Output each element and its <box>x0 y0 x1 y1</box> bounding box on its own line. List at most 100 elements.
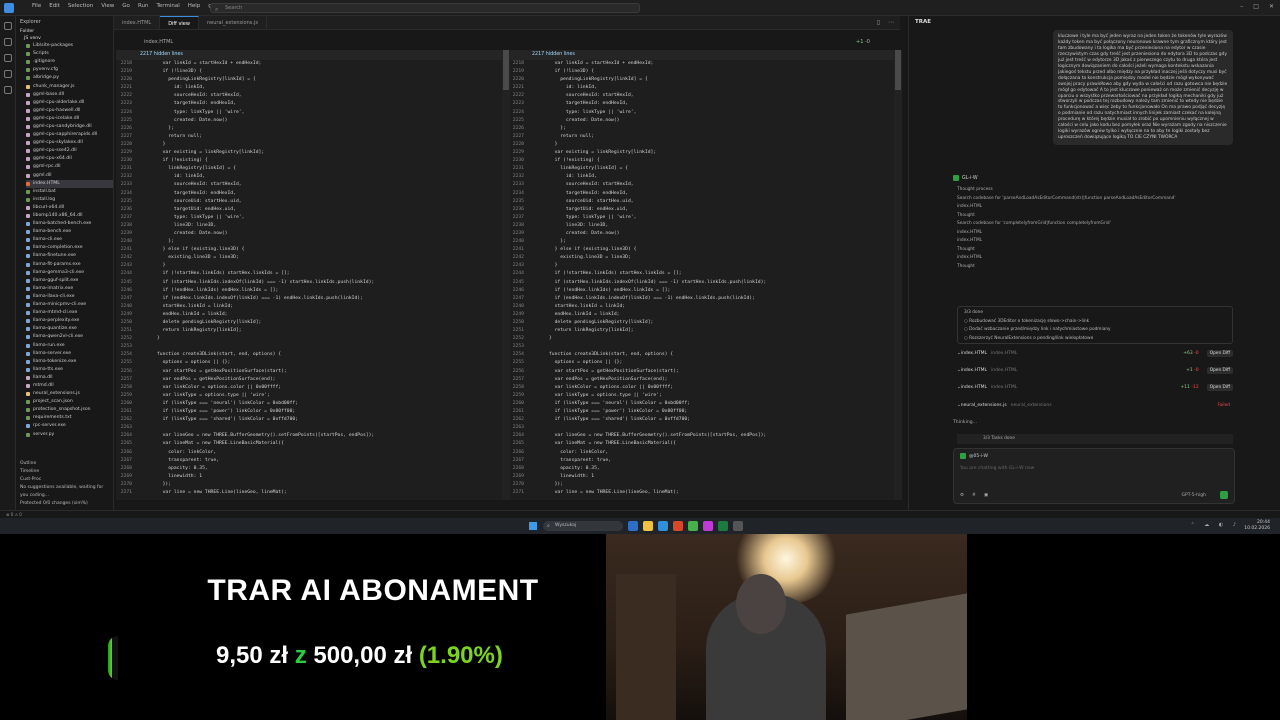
file-item[interactable]: llama-perplexity.exe <box>26 317 113 325</box>
file-item[interactable]: llama-run.exe <box>26 341 113 349</box>
hidden-lines-banner[interactable]: 2217 hidden lines <box>116 50 508 60</box>
file-item[interactable]: llama-qwen2vl-cli.exe <box>26 333 113 341</box>
app-icon[interactable] <box>703 521 713 531</box>
more-actions-icon[interactable]: ⋯ <box>888 19 894 26</box>
file-item[interactable]: ggml-cpu-icelake.dll <box>26 115 113 123</box>
menu-item[interactable]: File <box>32 3 41 9</box>
agent-step[interactable]: index.HTML <box>957 254 1237 263</box>
file-item[interactable]: llama-gguf-split.exe <box>26 277 113 285</box>
source-control-icon[interactable] <box>4 54 12 62</box>
editor-tab[interactable]: Diff view <box>160 16 199 29</box>
file-item[interactable]: ggml-cpu-sse42.dll <box>26 147 113 155</box>
file-item[interactable]: libcurl-x64.dll <box>26 204 113 212</box>
file-item[interactable]: llama-tts.exe <box>26 366 113 374</box>
agent-step[interactable]: Search codebase for 'parseAndLoadAsEdito… <box>957 195 1237 204</box>
app-icon[interactable] <box>733 521 743 531</box>
image-icon[interactable]: ▣ <box>984 493 988 498</box>
search-panel-icon[interactable] <box>4 38 12 46</box>
file-item[interactable]: project_scan.json <box>26 398 113 406</box>
agent-step[interactable]: Search codebase for 'completelyfromGrid|… <box>957 220 1237 229</box>
maximize-icon[interactable]: □ <box>1253 3 1259 10</box>
file-item[interactable]: ggml-cpu-sapphirerapids.dll <box>26 131 113 139</box>
file-item[interactable]: llama.dll <box>26 374 113 382</box>
file-change-row[interactable]: ⌄ neural_extensions.js neural_extensions … <box>957 398 1233 412</box>
file-item[interactable]: rpc-server.exe <box>26 422 113 430</box>
file-item[interactable]: llama-mtmd-cli.exe <box>26 309 113 317</box>
app-icon[interactable] <box>688 521 698 531</box>
extensions-icon[interactable] <box>4 86 12 94</box>
file-item[interactable]: llama-fit-params.exe <box>26 261 113 269</box>
file-item[interactable]: ggml-cpu-alderlake.dll <box>26 99 113 107</box>
agent-step[interactable]: index.HTML <box>957 203 1237 212</box>
open-diff-button[interactable]: Open Diff <box>1206 349 1233 357</box>
file-change-row[interactable]: ⌄ index.HTML index.HTML +11 -12 Open Diff <box>957 380 1233 394</box>
file-item[interactable]: install.bat <box>26 188 113 196</box>
todo-title[interactable]: 3/3 done <box>964 309 1226 318</box>
menu-item[interactable]: Selection <box>68 3 93 9</box>
task-view-icon[interactable] <box>628 521 638 531</box>
diff-modified-pane[interactable]: 2217 hidden lines 2218 var linkId = star… <box>508 50 900 500</box>
scrollbar-right[interactable] <box>894 50 902 500</box>
folder-section[interactable]: Folder <box>16 28 113 35</box>
file-change-row[interactable]: ⌄ index.HTML index.HTML +1 -0 Open Diff <box>957 363 1233 377</box>
file-item[interactable]: llama-batched-bench.exe <box>26 220 113 228</box>
file-item[interactable]: server.py <box>26 431 113 439</box>
open-diff-button[interactable]: Failed <box>1215 402 1233 409</box>
menu-item[interactable]: Help <box>188 3 201 9</box>
edge-icon[interactable] <box>658 521 668 531</box>
hash-icon[interactable]: # <box>972 493 976 498</box>
file-item[interactable]: install.log <box>26 196 113 204</box>
agent-step[interactable]: index.HTML <box>957 237 1237 246</box>
send-button[interactable] <box>1220 491 1228 499</box>
status-bar[interactable]: ⊗ 0 ⚠ 0 <box>0 510 1280 518</box>
file-change-row[interactable]: ⌄ index.HTML index.HTML +63 -0 Open Diff <box>957 346 1233 360</box>
file-item[interactable]: ggml-rpc.dll <box>26 163 113 171</box>
open-diff-button[interactable]: Open Diff <box>1206 366 1233 374</box>
open-diff-button[interactable]: Open Diff <box>1206 383 1233 391</box>
scroll-thumb[interactable] <box>895 50 901 90</box>
file-item[interactable]: ggml-base.dll <box>26 91 113 99</box>
command-search-input[interactable]: ⌕ Search <box>210 3 640 13</box>
file-explorer-icon[interactable] <box>643 521 653 531</box>
file-item[interactable]: llama-gemma3-cli.exe <box>26 269 113 277</box>
chrome-icon[interactable] <box>673 521 683 531</box>
menu-item[interactable]: View <box>101 3 114 9</box>
file-item[interactable]: ggml.dll <box>26 172 113 180</box>
chat-input-box[interactable]: @05-i-W You are chatting with GL-i-W now… <box>953 448 1235 504</box>
explorer-icon[interactable] <box>4 22 12 30</box>
tasks-status[interactable]: 3/3 Tasks done <box>957 434 1233 444</box>
file-item[interactable]: pyvenv.cfg <box>26 66 113 74</box>
agent-step[interactable]: index.HTML <box>957 229 1237 238</box>
clock[interactable]: 20:44 10.02.2026 <box>1244 520 1270 532</box>
taskbar-search[interactable]: ⌕ Wyszukaj <box>543 521 623 531</box>
editor-tab[interactable]: neural_extensions.js <box>199 16 267 29</box>
close-icon[interactable]: ✕ <box>1269 3 1274 10</box>
menu-item[interactable]: Edit <box>49 3 60 9</box>
venv-folder[interactable]: JS venv <box>16 35 113 42</box>
run-debug-icon[interactable] <box>4 70 12 78</box>
windows-start-icon[interactable] <box>529 522 537 530</box>
breadcrumb-file[interactable]: index.HTML <box>144 39 173 45</box>
file-item[interactable]: chunk_manager.js <box>26 82 113 90</box>
explorer-footer-item[interactable]: Cust-Proc <box>20 476 110 484</box>
file-item[interactable]: llama-server.exe <box>26 350 113 358</box>
app-icon[interactable] <box>718 521 728 531</box>
file-item[interactable]: libomp140.x86_64.dll <box>26 212 113 220</box>
file-item[interactable]: ggml-cpu-haswell.dll <box>26 107 113 115</box>
file-item[interactable]: llama-completion.exe <box>26 244 113 252</box>
minimize-icon[interactable]: – <box>1240 3 1243 10</box>
file-item[interactable]: neural_extensions.js <box>26 390 113 398</box>
system-tray[interactable]: ⌃ ☁ ◐ ♪ <box>1190 522 1240 528</box>
agent-step[interactable]: Thought <box>957 212 1237 221</box>
file-item[interactable]: requirements.txt <box>26 414 113 422</box>
scroll-thumb[interactable] <box>503 50 509 90</box>
file-item[interactable]: llama-finetune.exe <box>26 252 113 260</box>
file-item[interactable]: ggml-cpu-x64.dll <box>26 155 113 163</box>
file-item[interactable]: index.HTML <box>26 179 113 188</box>
file-item[interactable]: llama-minicpmv-cli.exe <box>26 301 113 309</box>
agent-step[interactable]: Thought <box>957 263 1237 272</box>
hidden-lines-banner[interactable]: 2217 hidden lines <box>508 50 900 60</box>
diff-original-pane[interactable]: 2217 hidden lines 2218 var linkId = star… <box>116 50 508 500</box>
file-item[interactable]: llama-quantize.exe <box>26 325 113 333</box>
chat-input[interactable]: You are chatting with GL-i-W now <box>960 466 1034 471</box>
